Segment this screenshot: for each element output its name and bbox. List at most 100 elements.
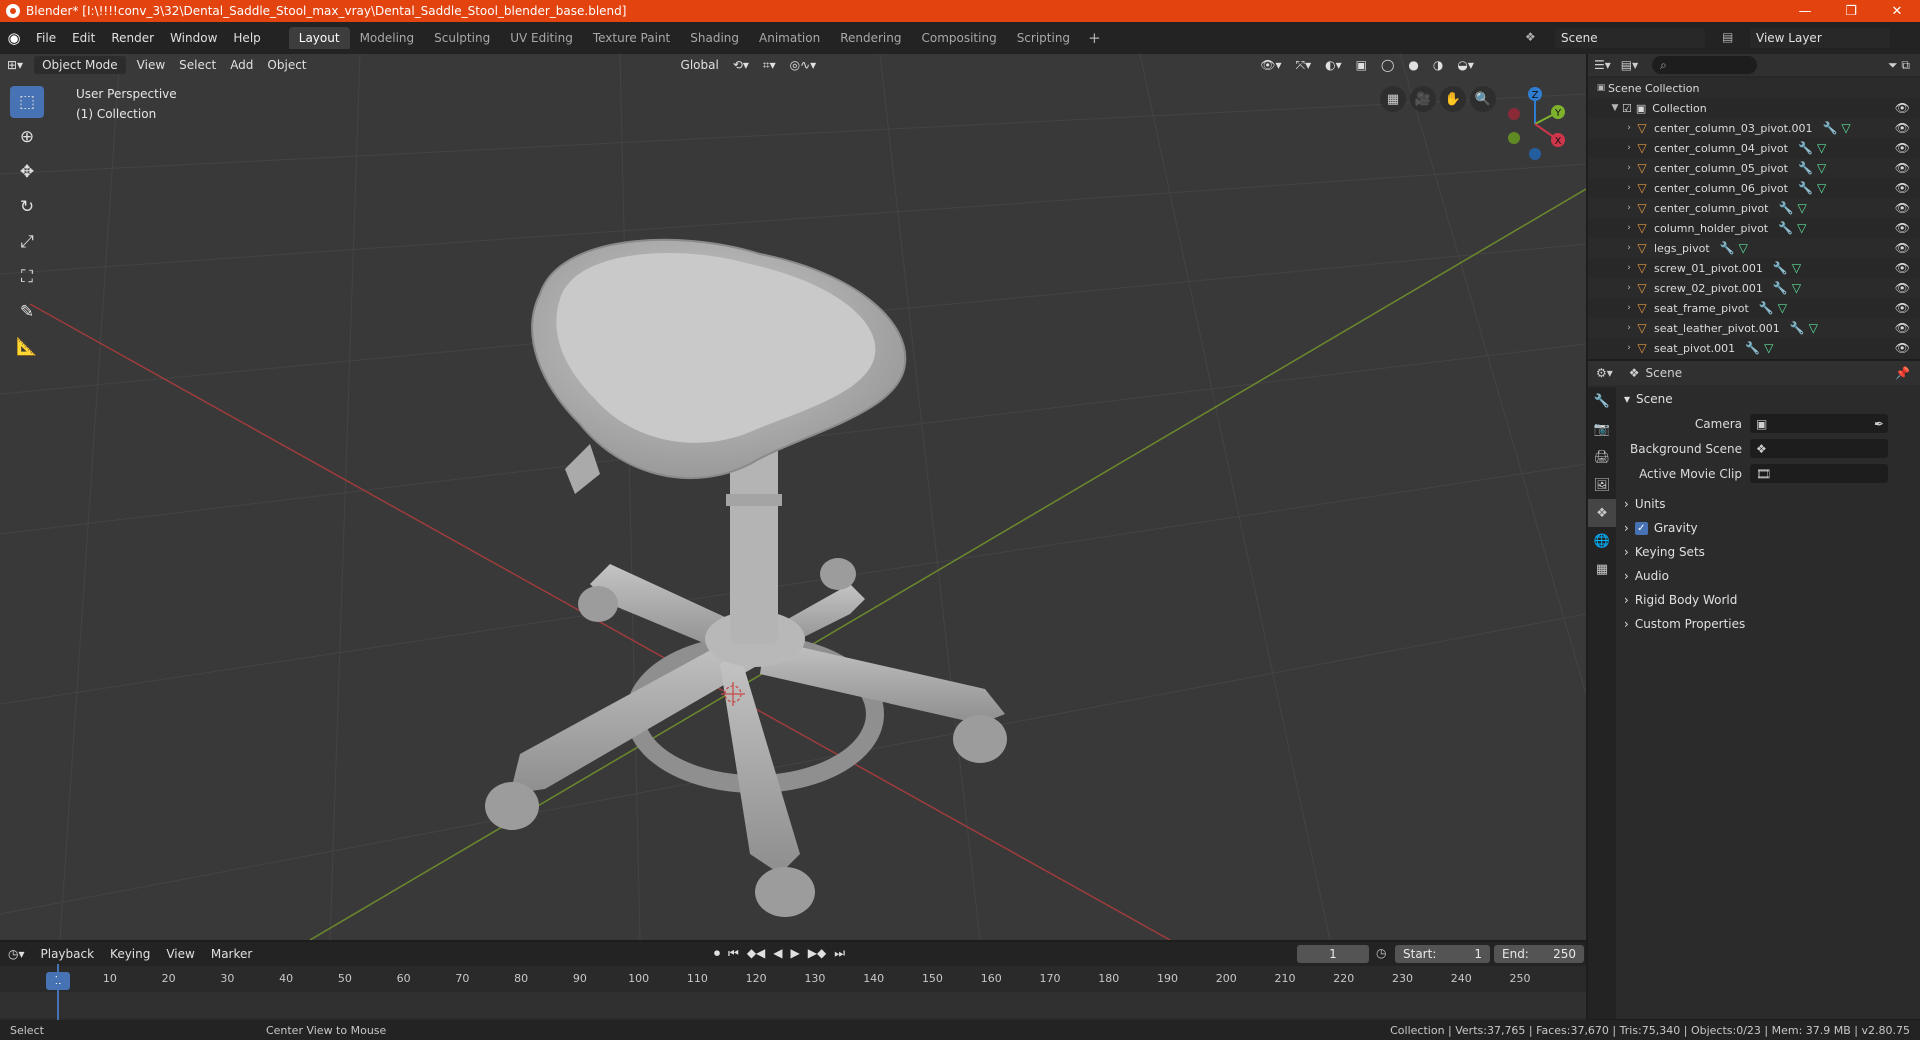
modifier-wrench-icon[interactable]: 🔧 (1778, 221, 1793, 235)
visibility-eye-icon[interactable]: 👁 (1895, 261, 1910, 275)
expand-triangle-icon[interactable]: › (1622, 243, 1636, 253)
tab-layout[interactable]: Layout (288, 27, 350, 49)
menu-add[interactable]: Add (223, 58, 260, 72)
properties-editor-type-icon[interactable]: ⚙▾ (1596, 366, 1613, 380)
outliner-object-row[interactable]: › ▽ center_column_06_pivot 🔧 ▽ 👁 (1588, 178, 1920, 198)
modifier-wrench-icon[interactable]: 🔧 (1790, 321, 1805, 335)
snap-icon[interactable]: ⌗▾ (756, 58, 783, 73)
outliner-object-row[interactable]: › ▽ center_column_05_pivot 🔧 ▽ 👁 (1588, 158, 1920, 178)
measure-tool-icon[interactable]: 📐 (10, 331, 44, 363)
menu-file[interactable]: File (28, 31, 64, 45)
background-scene-field[interactable]: ❖ (1750, 439, 1888, 458)
texture-tab-icon[interactable]: ▦ (1588, 555, 1616, 583)
rigid-body-world-panel[interactable]: › Rigid Body World (1618, 588, 1918, 612)
mesh-data-icon[interactable]: ▽ (1792, 281, 1801, 295)
expand-triangle-icon[interactable]: › (1622, 223, 1636, 233)
expand-triangle-icon[interactable]: › (1622, 163, 1636, 173)
output-tab-icon[interactable]: 🖨 (1588, 443, 1616, 471)
mode-selector[interactable]: Object Mode (34, 56, 126, 74)
expand-triangle-icon[interactable]: › (1622, 143, 1636, 153)
visibility-eye-icon[interactable]: 👁 (1895, 341, 1910, 355)
shading-rendered-icon[interactable]: ◒▾ (1450, 58, 1481, 72)
blender-menu-icon[interactable]: ◉ (0, 29, 28, 47)
play-reverse-icon[interactable]: ◀ (769, 946, 786, 961)
keyframe-track[interactable] (0, 992, 1586, 1018)
overlays-icon[interactable]: ◐▾ (1318, 58, 1349, 72)
modifier-wrench-icon[interactable]: 🔧 (1798, 161, 1813, 175)
expand-triangle-icon[interactable]: › (1622, 263, 1636, 273)
menu-render[interactable]: Render (103, 31, 162, 45)
menu-select[interactable]: Select (172, 58, 223, 72)
modifier-wrench-icon[interactable]: 🔧 (1778, 201, 1793, 215)
tab-sculpting[interactable]: Sculpting (424, 27, 500, 49)
visibility-eye-icon[interactable]: 👁 (1895, 321, 1910, 335)
pivot-point-icon[interactable]: ⟲▾ (726, 58, 756, 72)
modifier-wrench-icon[interactable]: 🔧 (1822, 121, 1837, 135)
tab-uv-editing[interactable]: UV Editing (500, 27, 583, 49)
mesh-data-icon[interactable]: ▽ (1792, 261, 1801, 275)
playhead[interactable] (57, 964, 59, 1020)
tab-scripting[interactable]: Scripting (1007, 27, 1080, 49)
expand-triangle-icon[interactable]: › (1622, 203, 1636, 213)
scene-tab-icon[interactable]: ❖ (1588, 499, 1616, 527)
mesh-data-icon[interactable]: ▽ (1809, 321, 1818, 335)
expand-triangle-icon[interactable]: › (1622, 283, 1636, 293)
outliner-object-row[interactable]: › ▽ column_holder_pivot 🔧 ▽ 👁 (1588, 218, 1920, 238)
scene-panel-header[interactable]: ▾ Scene (1618, 387, 1918, 411)
scene-collection-row[interactable]: ▣ Scene Collection (1588, 78, 1920, 98)
menu-help[interactable]: Help (225, 31, 268, 45)
jump-end-icon[interactable]: ⏭ (830, 946, 849, 961)
tab-rendering[interactable]: Rendering (830, 27, 911, 49)
filter-icon[interactable]: ⏷ ⧉ (1888, 58, 1910, 73)
outliner-object-row[interactable]: › ▽ legs_pivot 🔧 ▽ 👁 (1588, 238, 1920, 258)
outliner-object-row[interactable]: › ▽ center_column_04_pivot 🔧 ▽ 👁 (1588, 138, 1920, 158)
view-layer-icon[interactable]: ▤ (1722, 30, 1733, 44)
navigation-gizmo[interactable]: Z Y X (1500, 84, 1570, 164)
gizmo-toggle-icon[interactable]: ⤧▾ (1288, 58, 1318, 73)
camera-icon[interactable]: 🎥 (1410, 86, 1436, 112)
annotate-tool-icon[interactable]: ✎ (10, 296, 44, 328)
shading-material-icon[interactable]: ◑ (1426, 58, 1450, 72)
shading-wireframe-icon[interactable]: ◯ (1374, 58, 1401, 72)
prev-keyframe-icon[interactable]: ◆◀ (743, 946, 769, 961)
mesh-data-icon[interactable]: ▽ (1797, 221, 1806, 235)
mesh-data-icon[interactable]: ▽ (1841, 121, 1850, 135)
current-frame-field[interactable]: 1 (1297, 945, 1369, 963)
render-tab-icon[interactable]: 📷 (1588, 415, 1616, 443)
visibility-eye-icon[interactable]: 👁 (1895, 101, 1910, 115)
pin-icon[interactable]: 📌 (1895, 366, 1910, 380)
menu-edit[interactable]: Edit (64, 31, 103, 45)
scale-tool-icon[interactable]: ⤢ (10, 226, 44, 258)
tab-shading[interactable]: Shading (680, 27, 749, 49)
menu-timeline-view[interactable]: View (158, 947, 202, 961)
mesh-data-icon[interactable]: ▽ (1778, 301, 1787, 315)
outliner-object-row[interactable]: › ▽ center_column_03_pivot.001 🔧 ▽ 👁 (1588, 118, 1920, 138)
modifier-wrench-icon[interactable]: 🔧 (1720, 241, 1735, 255)
tab-texture-paint[interactable]: Texture Paint (583, 27, 680, 49)
pan-hand-icon[interactable]: ✋ (1440, 86, 1466, 112)
3d-viewport[interactable]: ⊞▾ Object Mode View Select Add Object Gl… (0, 54, 1586, 940)
timeline-editor-type-icon[interactable]: ◷▾ (0, 947, 33, 961)
visibility-eye-icon[interactable]: 👁 (1895, 301, 1910, 315)
tab-compositing[interactable]: Compositing (911, 27, 1006, 49)
outliner-object-row[interactable]: › ▽ screw_02_pivot.001 🔧 ▽ 👁 (1588, 278, 1920, 298)
active-movie-clip-field[interactable]: 🎞 (1750, 464, 1888, 483)
visibility-eye-icon[interactable]: 👁 (1895, 201, 1910, 215)
move-tool-icon[interactable]: ✥ (10, 156, 44, 188)
play-icon[interactable]: ▶ (787, 946, 804, 961)
modifier-wrench-icon[interactable]: 🔧 (1773, 261, 1788, 275)
outliner-object-row[interactable]: › ▽ seat_frame_pivot 🔧 ▽ 👁 (1588, 298, 1920, 318)
expand-triangle-icon[interactable]: › (1622, 343, 1636, 353)
visibility-eye-icon[interactable]: 👁 (1895, 141, 1910, 155)
mesh-data-icon[interactable]: ▽ (1817, 161, 1826, 175)
transform-orientation-selector[interactable]: Global (674, 58, 726, 72)
modifier-wrench-icon[interactable]: 🔧 (1745, 341, 1760, 355)
close-button[interactable]: ✕ (1874, 4, 1920, 19)
proportional-editing-icon[interactable]: ◎∿▾ (783, 58, 824, 72)
collection-row[interactable]: ▼ ☑ ▣ Collection 👁 (1588, 98, 1920, 118)
menu-view[interactable]: View (130, 58, 172, 72)
toggle-camera-view-icon[interactable]: ▦ (1380, 86, 1406, 112)
visibility-eye-icon[interactable]: 👁 (1895, 241, 1910, 255)
menu-keying[interactable]: Keying (102, 947, 158, 961)
view-layer-tab-icon[interactable]: 🖼 (1588, 471, 1616, 499)
